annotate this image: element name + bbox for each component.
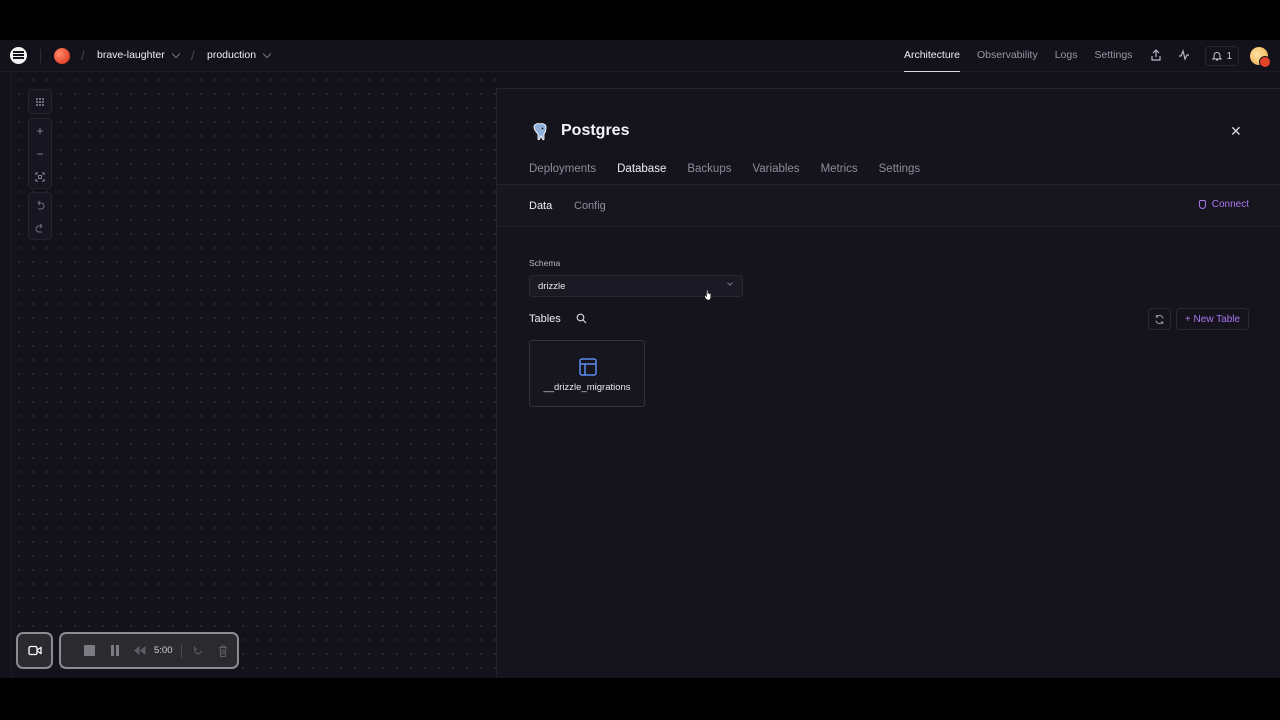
service-title: Postgres [561, 122, 630, 139]
project-avatar[interactable] [54, 48, 70, 64]
activity-icon[interactable] [1177, 49, 1191, 63]
project-canvas[interactable]: + − [11, 73, 497, 678]
tab-settings[interactable]: Settings [879, 159, 921, 185]
table-layout-icon [579, 358, 597, 376]
recorder-controls: 5:00 [59, 632, 239, 669]
nav-architecture[interactable]: Architecture [903, 40, 961, 72]
nav-divider [40, 49, 41, 63]
recording-timer: 5:00 [154, 645, 173, 656]
tab-metrics[interactable]: Metrics [821, 159, 858, 185]
pause-button[interactable] [102, 641, 127, 661]
connect-label: Connect [1211, 199, 1249, 210]
table-card[interactable]: __drizzle_migrations [529, 340, 645, 407]
chevron-down-icon [262, 49, 272, 58]
restart-icon [193, 646, 203, 654]
plug-icon [1198, 200, 1206, 209]
trash-icon [219, 645, 227, 657]
service-panel: Postgres ✕ Deployments Database Backups … [496, 88, 1280, 678]
bell-icon [1212, 52, 1223, 61]
new-table-button[interactable]: + New Table [1176, 308, 1249, 330]
schema-label: Schema [529, 258, 561, 268]
top-nav: / brave-laughter / production Architectu… [0, 40, 1280, 72]
tab-database[interactable]: Database [617, 159, 667, 185]
tab-variables[interactable]: Variables [752, 159, 799, 185]
nav-settings[interactable]: Settings [1094, 40, 1132, 72]
refresh-icon [1155, 314, 1164, 324]
postgres-elephant-icon [533, 123, 547, 141]
project-name: brave-laughter [97, 49, 165, 61]
search-icon[interactable] [576, 313, 587, 324]
stop-icon [84, 645, 95, 656]
user-avatar[interactable] [1250, 47, 1271, 68]
subtab-config[interactable]: Config [574, 200, 606, 212]
notification-count: 1 [1226, 50, 1232, 62]
delete-button[interactable] [211, 641, 236, 661]
chevron-down-icon [727, 280, 733, 286]
pause-icon [110, 645, 119, 656]
rewind-icon [134, 646, 146, 655]
table-name: __drizzle_migrations [543, 382, 631, 393]
undo-icon[interactable] [29, 193, 51, 216]
fit-screen-icon[interactable] [29, 165, 51, 188]
schema-value: drizzle [538, 281, 566, 292]
breadcrumb-slash: / [81, 48, 85, 63]
tables-heading: Tables [529, 313, 561, 325]
notifications-button[interactable]: 1 [1205, 46, 1239, 66]
canvas-toolgroup-history [28, 192, 52, 240]
database-subbar: Data Config Connect [497, 185, 1280, 227]
stop-button[interactable] [77, 641, 102, 661]
share-icon[interactable] [1149, 49, 1163, 63]
camera-toggle-button[interactable] [16, 632, 53, 669]
nav-logs[interactable]: Logs [1055, 40, 1078, 72]
video-camera-icon [27, 645, 42, 656]
restart-button[interactable] [186, 641, 211, 661]
breadcrumb-slash: / [191, 48, 195, 63]
connect-button[interactable]: Connect [1198, 199, 1249, 210]
canvas-toolgroup-zoom: + − [28, 118, 52, 189]
app-window: / brave-laughter / production Architectu… [0, 40, 1280, 678]
tab-deployments[interactable]: Deployments [529, 159, 596, 185]
railway-logo-icon[interactable] [10, 47, 27, 64]
zoom-in-icon[interactable]: + [29, 119, 51, 142]
tab-backups[interactable]: Backups [687, 159, 731, 185]
nav-observability[interactable]: Observability [977, 40, 1038, 72]
recorder-divider [180, 643, 182, 658]
rewind-button[interactable] [127, 641, 152, 661]
redo-icon[interactable] [29, 216, 51, 239]
service-tabs: Deployments Database Backups Variables M… [529, 159, 941, 185]
project-selector[interactable]: brave-laughter [97, 49, 180, 61]
chevron-down-icon [171, 49, 180, 58]
refresh-button[interactable] [1148, 308, 1171, 330]
canvas-toolgroup-layout [28, 89, 52, 114]
nav-links: Architecture Observability Logs Settings… [903, 40, 1280, 72]
close-icon[interactable]: ✕ [1230, 123, 1242, 140]
zoom-out-icon[interactable]: − [29, 142, 51, 165]
subtab-data[interactable]: Data [529, 200, 552, 212]
environment-name: production [207, 49, 257, 61]
mouse-pointer-icon [704, 289, 712, 301]
environment-selector[interactable]: production [207, 49, 272, 61]
grid-icon[interactable] [29, 90, 51, 113]
